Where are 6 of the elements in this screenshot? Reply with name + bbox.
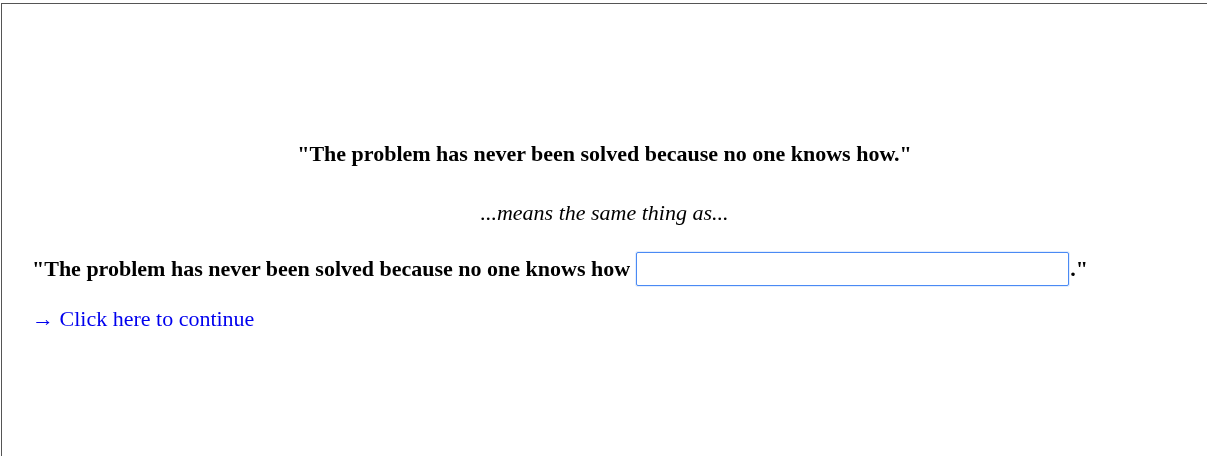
connector-text: ...means the same thing as... — [479, 200, 730, 226]
prompt-text: "The problem has never been solved because no one knows how — [32, 256, 631, 282]
prompt-end-text: ." — [1070, 256, 1088, 282]
continue-link[interactable]: → Click here to continue — [32, 306, 255, 332]
answer-field[interactable] — [636, 252, 1070, 286]
quote-text: "The problem has never been solved because no one knows how." — [296, 141, 913, 167]
